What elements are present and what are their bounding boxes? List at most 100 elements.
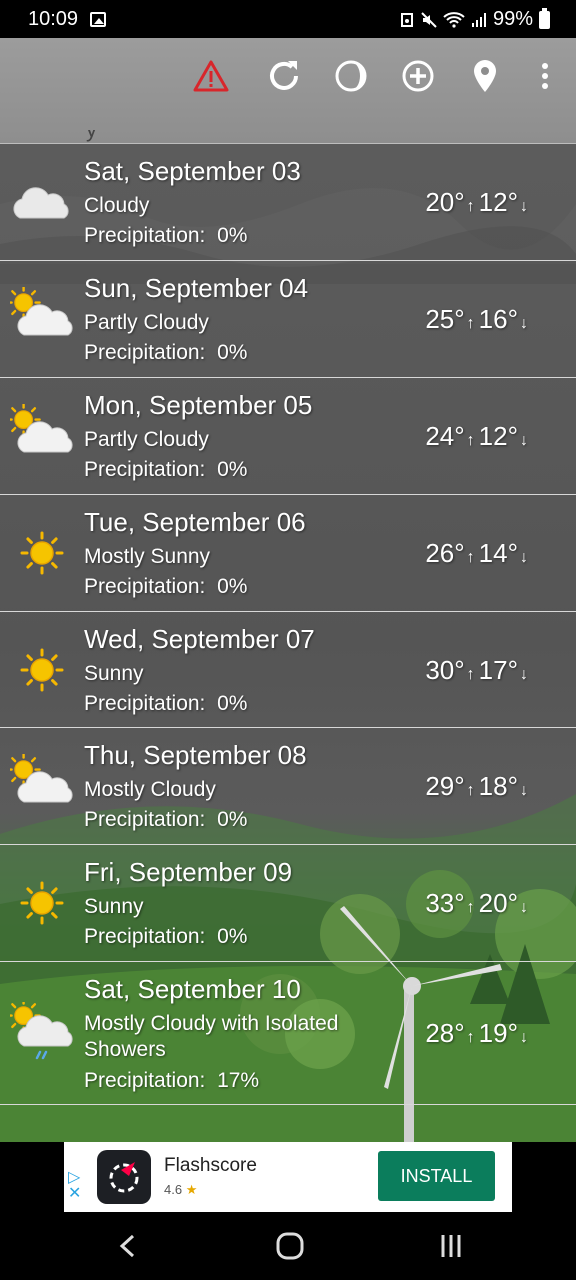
up-arrow-icon: ↑ — [466, 1029, 475, 1046]
forecast-date: Mon, September 05 — [84, 390, 313, 420]
app-logo-icon[interactable] — [97, 1150, 151, 1204]
forecast-temps: 33° ↑ 20° ↓ — [425, 888, 532, 919]
forecast-precipitation: Precipitation: 0% — [84, 692, 248, 715]
forecast-precipitation: Precipitation: 0% — [84, 575, 248, 598]
forecast-list[interactable]: Sat, September 03 Cloudy Precipitation: 0%… — [0, 144, 576, 1142]
up-arrow-icon: ↑ — [466, 899, 475, 916]
forecast-precipitation: Precipitation: 0% — [84, 458, 248, 481]
partly-cloudy-icon — [6, 752, 74, 818]
down-arrow-icon: ↓ — [520, 899, 528, 916]
moon-phase-icon[interactable] — [331, 56, 371, 96]
forecast-date: Sat, September 03 — [84, 156, 301, 186]
cloudy-icon — [10, 170, 74, 234]
recents-icon[interactable] — [431, 1230, 471, 1262]
battery-percent: 99% — [492, 8, 533, 30]
forecast-row[interactable]: Thu, September 08 Mostly Cloudy Precipitat… — [0, 728, 576, 845]
location-pin-icon[interactable] — [465, 56, 505, 96]
gallery-icon — [90, 12, 106, 27]
status-icons: 99% — [399, 7, 550, 31]
sunny-icon — [10, 638, 74, 702]
forecast-condition: Partly Cloudy — [84, 428, 209, 451]
low-temp: 12° — [478, 187, 518, 217]
forecast-temps: 26° ↑ 14° ↓ — [425, 538, 532, 569]
showers-icon — [6, 998, 74, 1066]
forecast-temps: 28° ↑ 19° ↓ — [425, 1018, 532, 1049]
system-nav-bar — [0, 1212, 576, 1280]
up-arrow-icon: ↑ — [466, 198, 475, 215]
alert-icon[interactable] — [191, 56, 231, 96]
forecast-precipitation: Precipitation: 0% — [84, 925, 248, 948]
ad-banner[interactable]: ▷ ✕ Flashscore 4.6 ★ INSTALL — [64, 1142, 512, 1212]
forecast-row[interactable]: Tue, September 06 Mostly Sunny Precipitati… — [0, 495, 576, 612]
forecast-date: Sat, September 10 — [84, 974, 301, 1004]
forecast-condition: Sunny — [84, 662, 144, 685]
refresh-icon[interactable] — [264, 56, 304, 96]
high-temp: 25° — [425, 304, 465, 334]
forecast-row[interactable]: Sun, September 04 Partly Cloudy Precipitat… — [0, 261, 576, 378]
wifi-icon — [443, 11, 465, 28]
overflow-menu-icon[interactable] — [525, 56, 565, 96]
up-arrow-icon: ↑ — [466, 549, 475, 566]
app-toolbar: y — [0, 38, 576, 144]
star-icon: ★ — [185, 1182, 198, 1197]
partly-cloudy-icon — [6, 402, 74, 468]
forecast-condition: Cloudy — [84, 194, 150, 217]
status-time: 10:09 — [28, 8, 79, 30]
high-temp: 26° — [425, 538, 465, 568]
forecast-precipitation: Precipitation: 17% — [84, 1069, 260, 1092]
forecast-condition: Mostly Cloudy with Isolated Showers — [84, 1012, 339, 1061]
forecast-temps: 24° ↑ 12° ↓ — [425, 421, 532, 452]
data-saver-icon — [400, 12, 413, 27]
add-location-icon[interactable] — [398, 56, 438, 96]
forecast-precipitation: Precipitation: 0% — [84, 808, 248, 831]
down-arrow-icon: ↓ — [520, 1029, 528, 1046]
forecast-temps: 30° ↑ 17° ↓ — [425, 655, 532, 686]
install-button[interactable]: INSTALL — [378, 1151, 495, 1201]
low-temp: 12° — [478, 421, 518, 451]
sunny-icon — [10, 871, 74, 935]
low-temp: 19° — [478, 1018, 518, 1048]
ad-app-name[interactable]: Flashscore — [164, 1155, 257, 1177]
back-icon[interactable] — [108, 1230, 148, 1262]
up-arrow-icon: ↑ — [466, 782, 475, 799]
low-temp: 18° — [478, 771, 518, 801]
down-arrow-icon: ↓ — [520, 549, 528, 566]
forecast-condition: Sunny — [84, 895, 144, 918]
forecast-temps: 25° ↑ 16° ↓ — [425, 304, 532, 335]
forecast-temps: 20° ↑ 12° ↓ — [425, 187, 532, 218]
forecast-condition: Mostly Cloudy — [84, 778, 216, 801]
high-temp: 20° — [425, 187, 465, 217]
ad-banner-area: ▷ ✕ Flashscore 4.6 ★ INSTALL — [0, 1142, 576, 1212]
mute-icon — [421, 11, 437, 28]
home-icon[interactable] — [270, 1230, 310, 1262]
down-arrow-icon: ↓ — [520, 782, 528, 799]
down-arrow-icon: ↓ — [520, 315, 528, 332]
forecast-date: Fri, September 09 — [84, 857, 293, 887]
forecast-date: Sun, September 04 — [84, 273, 309, 303]
forecast-condition: Mostly Sunny — [84, 545, 211, 568]
forecast-precipitation: Precipitation: 0% — [84, 341, 248, 364]
forecast-date: Wed, September 07 — [84, 624, 315, 654]
forecast-row[interactable]: Sat, September 03 Cloudy Precipitation: 0%… — [0, 144, 576, 261]
ad-choices-icon[interactable]: ▷ ✕ — [68, 1170, 81, 1202]
ad-rating: 4.6 ★ — [164, 1182, 198, 1197]
low-temp: 16° — [478, 304, 518, 334]
up-arrow-icon: ↑ — [466, 666, 475, 683]
down-arrow-icon: ↓ — [520, 432, 528, 449]
high-temp: 33° — [425, 888, 465, 918]
low-temp: 20° — [478, 888, 518, 918]
battery-icon — [539, 7, 550, 29]
high-temp: 24° — [425, 421, 465, 451]
low-temp: 14° — [478, 538, 518, 568]
forecast-date: Thu, September 08 — [84, 740, 307, 770]
sunny-icon — [10, 521, 74, 585]
down-arrow-icon: ↓ — [520, 666, 528, 683]
forecast-row[interactable]: Mon, September 05 Partly Cloudy Precipitat… — [0, 378, 576, 495]
high-temp: 30° — [425, 655, 465, 685]
forecast-date: Tue, September 06 — [84, 507, 306, 537]
forecast-row[interactable]: Fri, September 09 Sunny Precipitation: 0% 3… — [0, 845, 576, 962]
high-temp: 28° — [425, 1018, 465, 1048]
forecast-row[interactable]: Sat, September 10 Mostly Cloudy with Isol… — [0, 962, 576, 1105]
partly-cloudy-icon — [6, 285, 74, 351]
forecast-row[interactable]: Wed, September 07 Sunny Precipitation: 0% 3… — [0, 612, 576, 728]
